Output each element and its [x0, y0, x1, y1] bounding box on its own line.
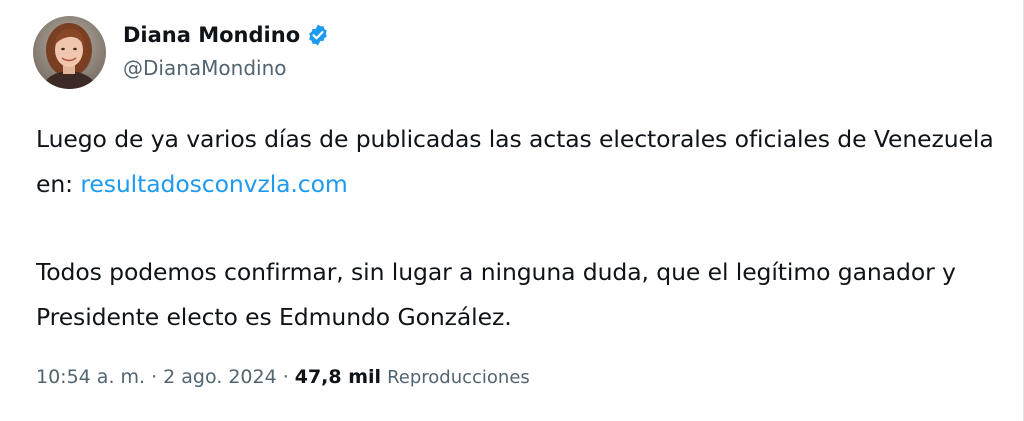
- tweet-text: Luego de ya varios días de publicadas la…: [36, 117, 1011, 340]
- tweet-author: Diana Mondino @DianaMondino: [123, 18, 330, 80]
- avatar[interactable]: [33, 16, 106, 89]
- author-handle[interactable]: @DianaMondino: [123, 56, 330, 80]
- tweet-meta: 10:54 a. m. · 2 ago. 2024 · 47,8 mil Rep…: [36, 366, 530, 388]
- author-display-name[interactable]: Diana Mondino: [123, 23, 300, 47]
- avatar-image: [33, 16, 106, 89]
- verified-badge-icon[interactable]: [306, 23, 330, 47]
- meta-separator-2: ·: [282, 366, 289, 388]
- meta-separator: ·: [151, 366, 158, 388]
- tweet-date[interactable]: 2 ago. 2024: [163, 366, 277, 388]
- tweet-time[interactable]: 10:54 a. m.: [36, 366, 145, 388]
- tweet-link[interactable]: resultadosconvzla.com: [80, 170, 347, 198]
- tweet-paragraph-2: Todos podemos confirmar, sin lugar a nin…: [36, 258, 956, 331]
- author-name-row: Diana Mondino: [123, 18, 330, 52]
- tweet-paragraph-1: Luego de ya varios días de publicadas la…: [36, 117, 1011, 207]
- tweet-card: Diana Mondino @DianaMondino Luego de ya …: [0, 0, 1024, 421]
- views-count[interactable]: 47,8 mil: [295, 366, 381, 388]
- views-label: Reproducciones: [387, 367, 530, 388]
